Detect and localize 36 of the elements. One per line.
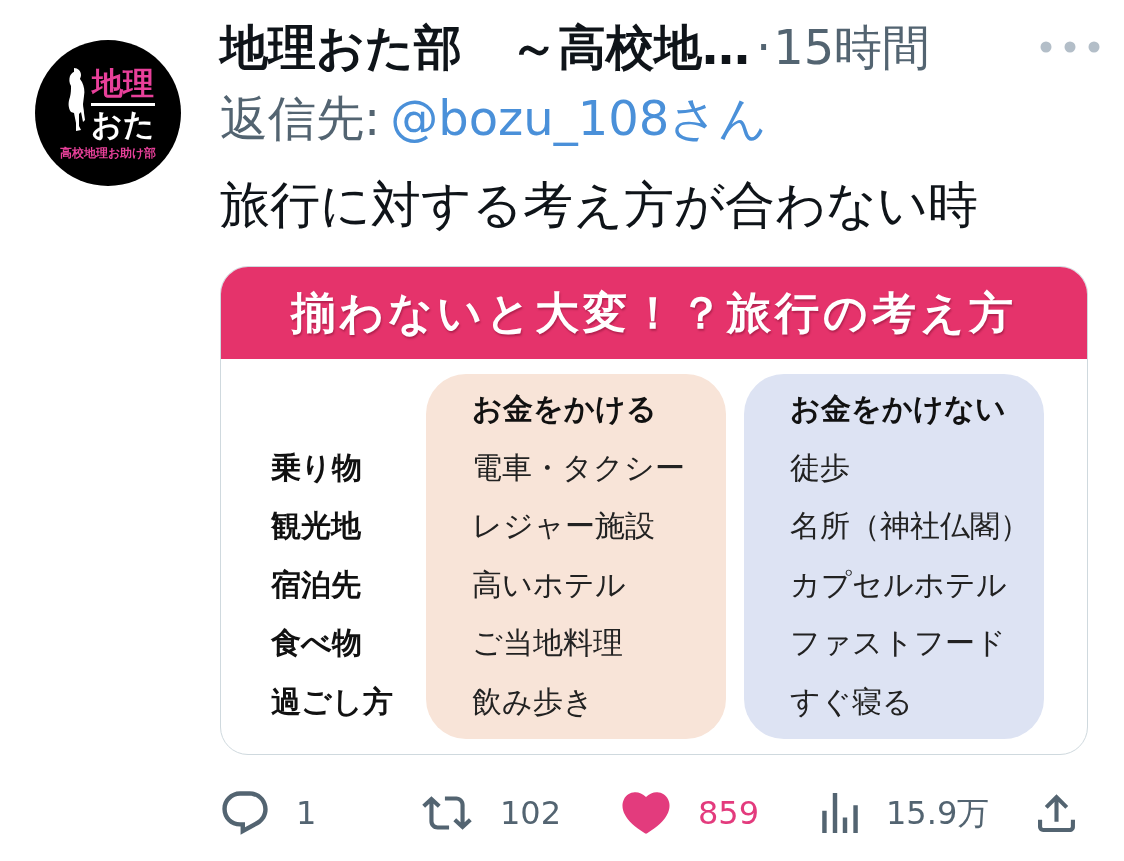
row-label: 乗り物 — [271, 448, 362, 487]
table-cell-text: カプセルホテル — [790, 565, 1007, 604]
column-heading: お金をかけない — [790, 390, 1006, 429]
row-label: 過ごし方 — [271, 682, 393, 721]
display-name[interactable]: 地理おた部 ～高校地… — [220, 18, 750, 76]
loop-arrows-icon[interactable] — [422, 796, 472, 830]
logo-text: おた — [90, 107, 155, 141]
timestamp[interactable]: 15時間 — [773, 18, 931, 76]
table-cell-text: ご当地料理 — [472, 624, 623, 663]
views-button[interactable]: 15.9万 — [822, 791, 990, 835]
tweet-text: 旅行に対する考え方が合わない時 — [220, 176, 978, 234]
row-label: 食べ物 — [271, 624, 362, 663]
repost-button[interactable]: 102 — [422, 791, 562, 835]
table-cell-text: すぐ寝る — [790, 682, 913, 721]
table-cell-text: 名所（神社仏閣） — [790, 507, 1030, 546]
heart-icon[interactable] — [622, 792, 670, 834]
table-cell-text: 高いホテル — [472, 565, 626, 604]
share-icon[interactable] — [1038, 794, 1075, 832]
image-title: 揃わないと大変！？旅行の考え方 — [291, 286, 1017, 340]
reply-button[interactable]: 1 — [222, 791, 317, 835]
logo-caption: 高校地理お助け部 — [60, 145, 156, 160]
speech-bubble-icon[interactable] — [222, 791, 268, 835]
reply-label: 返信先: — [220, 90, 381, 146]
bar-chart-icon[interactable] — [822, 793, 858, 833]
like-button[interactable]: 859 — [622, 791, 760, 835]
row-label: 観光地 — [271, 507, 361, 546]
separator: · — [756, 18, 772, 76]
table-cell-text: 徒歩 — [790, 448, 850, 487]
table-cell-text: ファストフード — [790, 624, 1006, 663]
table-cell-text: 電車・タクシー — [472, 448, 685, 487]
table-cell-text: レジャー施設 — [472, 507, 655, 546]
logo-text: 地理 — [91, 66, 154, 100]
mention-link[interactable]: @bozu_108さん — [390, 90, 768, 146]
column-heading: お金をかける — [472, 390, 657, 429]
row-label: 宿泊先 — [271, 565, 361, 604]
table-cell-text: 飲み歩き — [472, 682, 594, 721]
